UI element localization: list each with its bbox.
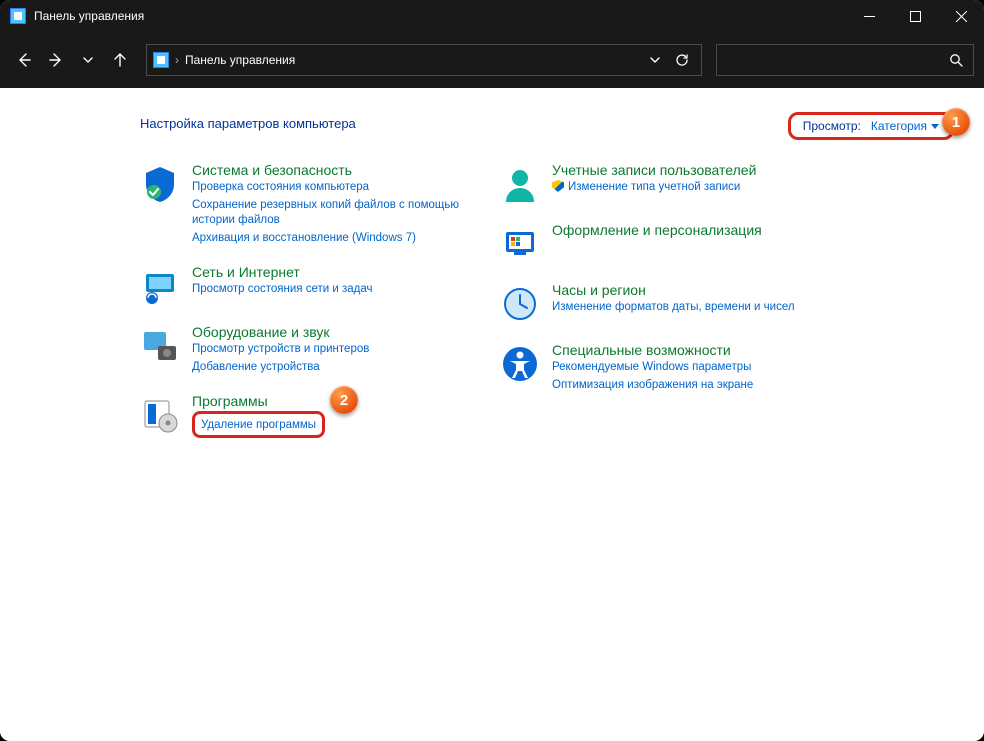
category-title[interactable]: Учетные записи пользователей [552, 162, 756, 178]
right-column: Учетные записи пользователей Изменение т… [500, 162, 840, 438]
address-text: Панель управления [185, 53, 643, 67]
search-input[interactable] [727, 53, 949, 67]
page-title: Настройка параметров компьютера [140, 112, 356, 131]
appearance-icon [500, 224, 540, 264]
user-icon [500, 164, 540, 204]
highlight-uninstall: Удаление программы [192, 411, 325, 438]
programs-icon [140, 395, 180, 435]
category-hardware: Оборудование и звук Просмотр устройств и… [140, 324, 480, 375]
category-link[interactable]: Добавление устройства [192, 360, 369, 376]
category-title[interactable]: Программы [192, 393, 325, 409]
accessibility-icon [500, 344, 540, 384]
category-title[interactable]: Оформление и персонализация [552, 222, 762, 238]
search-bar[interactable] [716, 44, 974, 76]
category-title[interactable]: Оборудование и звук [192, 324, 369, 340]
toolbar: › Панель управления [0, 32, 984, 88]
chevron-down-icon [82, 54, 94, 66]
close-button[interactable] [938, 0, 984, 32]
recent-dropdown-button[interactable] [74, 44, 102, 76]
content-area: Настройка параметров компьютера Просмотр… [0, 88, 984, 741]
category-clock-region: Часы и регион Изменение форматов даты, в… [500, 282, 840, 324]
app-icon [10, 8, 26, 24]
category-link[interactable]: Рекомендуемые Windows параметры [552, 360, 753, 376]
hardware-icon [140, 326, 180, 366]
view-by-value[interactable]: Категория [871, 119, 939, 133]
annotation-badge-2: 2 [330, 386, 358, 414]
view-by-selector[interactable]: Просмотр: Категория [788, 112, 954, 140]
address-icon [153, 52, 169, 68]
uninstall-program-link[interactable]: Удаление программы [201, 419, 316, 431]
category-link[interactable]: Оптимизация изображения на экране [552, 378, 753, 394]
category-link[interactable]: Изменение типа учетной записи [552, 180, 756, 196]
refresh-icon[interactable] [675, 53, 689, 67]
category-system-security: Система и безопасность Проверка состояни… [140, 162, 480, 246]
chevron-right-icon[interactable]: › [175, 53, 179, 67]
network-icon [140, 266, 180, 306]
window-title: Панель управления [34, 9, 144, 23]
view-by-value-text: Категория [871, 119, 927, 133]
category-link[interactable]: Архивация и восстановление (Windows 7) [192, 231, 480, 247]
annotation-badge-1: 1 [942, 108, 970, 136]
forward-button[interactable] [42, 44, 70, 76]
category-title[interactable]: Специальные возможности [552, 342, 753, 358]
titlebar: Панель управления [0, 0, 984, 32]
maximize-icon [910, 11, 921, 22]
category-link[interactable]: Просмотр состояния сети и задач [192, 282, 372, 298]
category-title[interactable]: Часы и регион [552, 282, 795, 298]
address-bar[interactable]: › Панель управления [146, 44, 702, 76]
search-icon[interactable] [949, 53, 963, 67]
back-button[interactable] [10, 44, 38, 76]
control-panel-window: Панель управления › Панель управления [0, 0, 984, 741]
category-appearance: Оформление и персонализация [500, 222, 840, 264]
up-button[interactable] [106, 44, 134, 76]
shield-icon [140, 164, 180, 204]
category-title[interactable]: Сеть и Интернет [192, 264, 372, 280]
minimize-icon [864, 11, 875, 22]
category-programs: Программы Удаление программы [140, 393, 480, 438]
category-network: Сеть и Интернет Просмотр состояния сети … [140, 264, 480, 306]
minimize-button[interactable] [846, 0, 892, 32]
close-icon [956, 11, 967, 22]
category-link[interactable]: Проверка состояния компьютера [192, 180, 480, 196]
category-user-accounts: Учетные записи пользователей Изменение т… [500, 162, 840, 204]
arrow-up-icon [112, 52, 128, 68]
category-ease-of-access: Специальные возможности Рекомендуемые Wi… [500, 342, 840, 393]
chevron-down-icon[interactable] [649, 54, 661, 66]
category-link[interactable]: Сохранение резервных копий файлов с помо… [192, 198, 480, 229]
maximize-button[interactable] [892, 0, 938, 32]
clock-icon [500, 284, 540, 324]
arrow-left-icon [16, 52, 32, 68]
category-link[interactable]: Просмотр устройств и принтеров [192, 342, 369, 358]
arrow-right-icon [48, 52, 64, 68]
category-title[interactable]: Система и безопасность [192, 162, 480, 178]
caret-down-icon [931, 124, 939, 129]
left-column: Система и безопасность Проверка состояни… [140, 162, 480, 438]
view-by-label: Просмотр: [803, 119, 861, 133]
category-grid: Система и безопасность Проверка состояни… [140, 162, 954, 438]
category-link[interactable]: Изменение форматов даты, времени и чисел [552, 300, 795, 316]
